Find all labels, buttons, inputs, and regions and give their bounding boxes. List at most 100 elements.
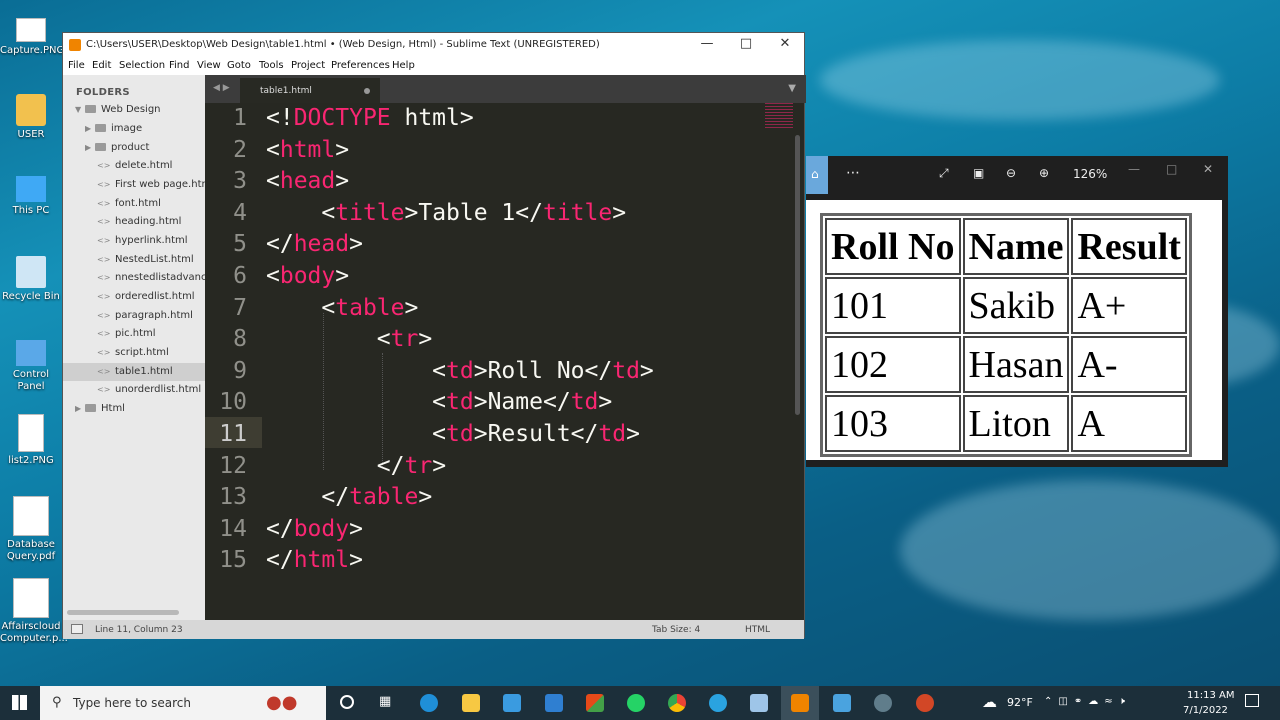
desktop-icon-database-query[interactable]: Database Query.pdf — [0, 496, 62, 563]
menu-edit[interactable]: Edit — [92, 60, 111, 71]
powerpoint-icon[interactable] — [916, 694, 934, 712]
tab-nav-arrows-icon[interactable]: ◀ ▶ — [213, 83, 230, 93]
sidebar-item-nestedlist[interactable]: <> NestedList.html — [63, 251, 205, 269]
office-icon[interactable] — [586, 694, 604, 712]
table-cell: Liton — [962, 395, 1070, 452]
menu-goto[interactable]: Goto — [227, 60, 251, 71]
store-icon[interactable] — [503, 694, 521, 712]
sidebar-item-hyperlink[interactable]: <> hyperlink.html — [63, 232, 205, 250]
sidebar-item-pic[interactable]: <> pic.html — [63, 325, 205, 343]
code-file-icon: <> — [97, 311, 111, 320]
more-options-icon[interactable]: ⋯ — [846, 165, 860, 181]
sidebar-item-table1[interactable]: <> table1.html — [63, 363, 205, 381]
globe-icon[interactable] — [874, 694, 892, 712]
menu-help[interactable]: Help — [392, 60, 415, 71]
sublime-text-icon[interactable] — [791, 694, 809, 712]
photo-viewer-window: ⌂ ⋯ ⤢ ▣ ⊖ ⊕ 126% — □ ✕ Roll No Name Resu… — [806, 156, 1228, 467]
windows-start-icon[interactable] — [12, 695, 27, 710]
sidebar-item-image[interactable]: ▶ image — [63, 120, 205, 138]
sidebar-item-paragraph[interactable]: <> paragraph.html — [63, 307, 205, 325]
code-line: <head> — [266, 168, 350, 195]
desktop-icon-this-pc[interactable]: This PC — [0, 176, 62, 217]
sidebar-header: FOLDERS — [76, 87, 130, 98]
sidebar-item-nnestedlistadvance[interactable]: <>nnestedlistadvance.h — [63, 269, 205, 287]
minimize-button[interactable]: — — [697, 36, 717, 51]
menu-project[interactable]: Project — [291, 60, 325, 71]
mail-icon[interactable] — [545, 694, 563, 712]
folder-icon — [85, 105, 96, 113]
maximize-button[interactable]: □ — [1166, 162, 1177, 176]
home-icon[interactable]: ⌂ — [806, 156, 828, 194]
menu-find[interactable]: Find — [169, 60, 190, 71]
search-placeholder: Type here to search — [73, 696, 191, 710]
code-line: <table> — [321, 294, 419, 321]
close-button[interactable]: ✕ — [775, 36, 795, 51]
desktop-icon-recycle-bin[interactable]: Recycle Bin — [0, 256, 62, 303]
sidebar-item-orderedlist[interactable]: <> orderedlist.html — [63, 288, 205, 306]
telegram-icon[interactable] — [709, 694, 727, 712]
sidebar-root-folder[interactable]: ▼ Web Design — [63, 101, 205, 119]
menu-file[interactable]: File — [68, 60, 85, 71]
desktop-icon-capture[interactable]: Capture.PNG — [0, 18, 64, 57]
desktop-icon-user[interactable]: USER — [0, 94, 62, 141]
sidebar-item-heading[interactable]: <> heading.html — [63, 213, 205, 231]
table-cell: Hasan — [962, 336, 1070, 393]
sidebar-item-font[interactable]: <> font.html — [63, 195, 205, 213]
cortana-icon[interactable] — [340, 695, 354, 709]
close-button[interactable]: ✕ — [1203, 162, 1213, 176]
sidebar-item-product[interactable]: ▶ product — [63, 139, 205, 157]
zoom-in-icon[interactable]: ⊕ — [1039, 166, 1049, 180]
desktop-icon-affairscloud[interactable]: Affairscloud Computer.p... — [0, 578, 68, 645]
tab-dropdown-icon[interactable]: ▼ — [788, 83, 796, 94]
code-editor[interactable]: 1 2 3 4 5 6 7 8 9 10 11 12 13 14 15 <!DO… — [205, 103, 800, 620]
zoom-out-icon[interactable]: ⊖ — [1006, 166, 1016, 180]
search-box[interactable]: ⚲ Type here to search ●● — [40, 686, 326, 720]
sidebar-item-unorderdlist[interactable]: <> unorderdlist.html — [63, 381, 205, 399]
line-number: 10 — [219, 389, 247, 416]
menu-tools[interactable]: Tools — [259, 60, 284, 71]
system-tray-icons[interactable]: ⌃◫⚭☁≈🕨 — [1044, 696, 1131, 707]
panel-toggle-icon[interactable] — [71, 624, 83, 634]
clock-time[interactable]: 11:13 AM — [1187, 690, 1234, 701]
line-number: 14 — [219, 515, 247, 542]
image-file-icon — [18, 414, 44, 452]
maximize-button[interactable]: □ — [736, 36, 756, 51]
title-bar[interactable]: C:\Users\USER\Desktop\Web Design\table1.… — [63, 33, 804, 57]
desktop-icon-list2[interactable]: list2.PNG — [0, 414, 62, 467]
tab-size[interactable]: Tab Size: 4 — [652, 625, 700, 635]
photos-icon[interactable] — [833, 694, 851, 712]
syntax-mode[interactable]: HTML — [745, 625, 770, 635]
sidebar-item-delete[interactable]: <> delete.html — [63, 157, 205, 175]
minimap[interactable] — [765, 103, 793, 129]
code-file-icon: <> — [97, 348, 111, 357]
task-view-icon[interactable]: ▦ — [379, 694, 391, 709]
taskbar: ⚲ Type here to search ●● ▦ ☁ 92°F ⌃◫⚭☁≈🕨… — [0, 686, 1280, 720]
edge-icon[interactable] — [420, 694, 438, 712]
desktop-icon-control-panel[interactable]: Control Panel — [0, 340, 62, 393]
fit-screen-icon[interactable]: ▣ — [973, 166, 984, 180]
menu-preferences[interactable]: Preferences — [331, 60, 390, 71]
menu-selection[interactable]: Selection — [119, 60, 165, 71]
temperature[interactable]: 92°F — [1007, 696, 1033, 709]
menu-view[interactable]: View — [197, 60, 221, 71]
zoom-level: 126% — [1073, 167, 1108, 181]
image-canvas: Roll No Name Result 101 Sakib A+ 102 Has… — [806, 200, 1222, 460]
notepad-icon[interactable] — [750, 694, 768, 712]
sidebar-item-script[interactable]: <> script.html — [63, 344, 205, 362]
tab-table1[interactable]: table1.html — [240, 78, 380, 103]
sidebar-scrollbar[interactable] — [67, 610, 179, 615]
expand-icon[interactable]: ⤢ — [939, 166, 949, 181]
weather-cloud-icon[interactable]: ☁ — [982, 693, 997, 711]
editor-scrollbar[interactable] — [795, 135, 800, 415]
table-header-row: Roll No Name Result — [825, 218, 1187, 275]
line-number: 12 — [219, 452, 247, 479]
sidebar-item-html-folder[interactable]: ▶ Html — [63, 400, 205, 418]
file-explorer-icon[interactable] — [462, 694, 480, 712]
chrome-icon[interactable] — [668, 694, 686, 712]
clock-date[interactable]: 7/1/2022 — [1183, 705, 1228, 716]
minimize-button[interactable]: — — [1128, 162, 1140, 176]
sidebar-item-first-web-page[interactable]: <> First web page.html — [63, 176, 205, 194]
table-cell: 101 — [825, 277, 961, 334]
whatsapp-icon[interactable] — [627, 694, 645, 712]
notification-icon[interactable] — [1245, 694, 1259, 707]
